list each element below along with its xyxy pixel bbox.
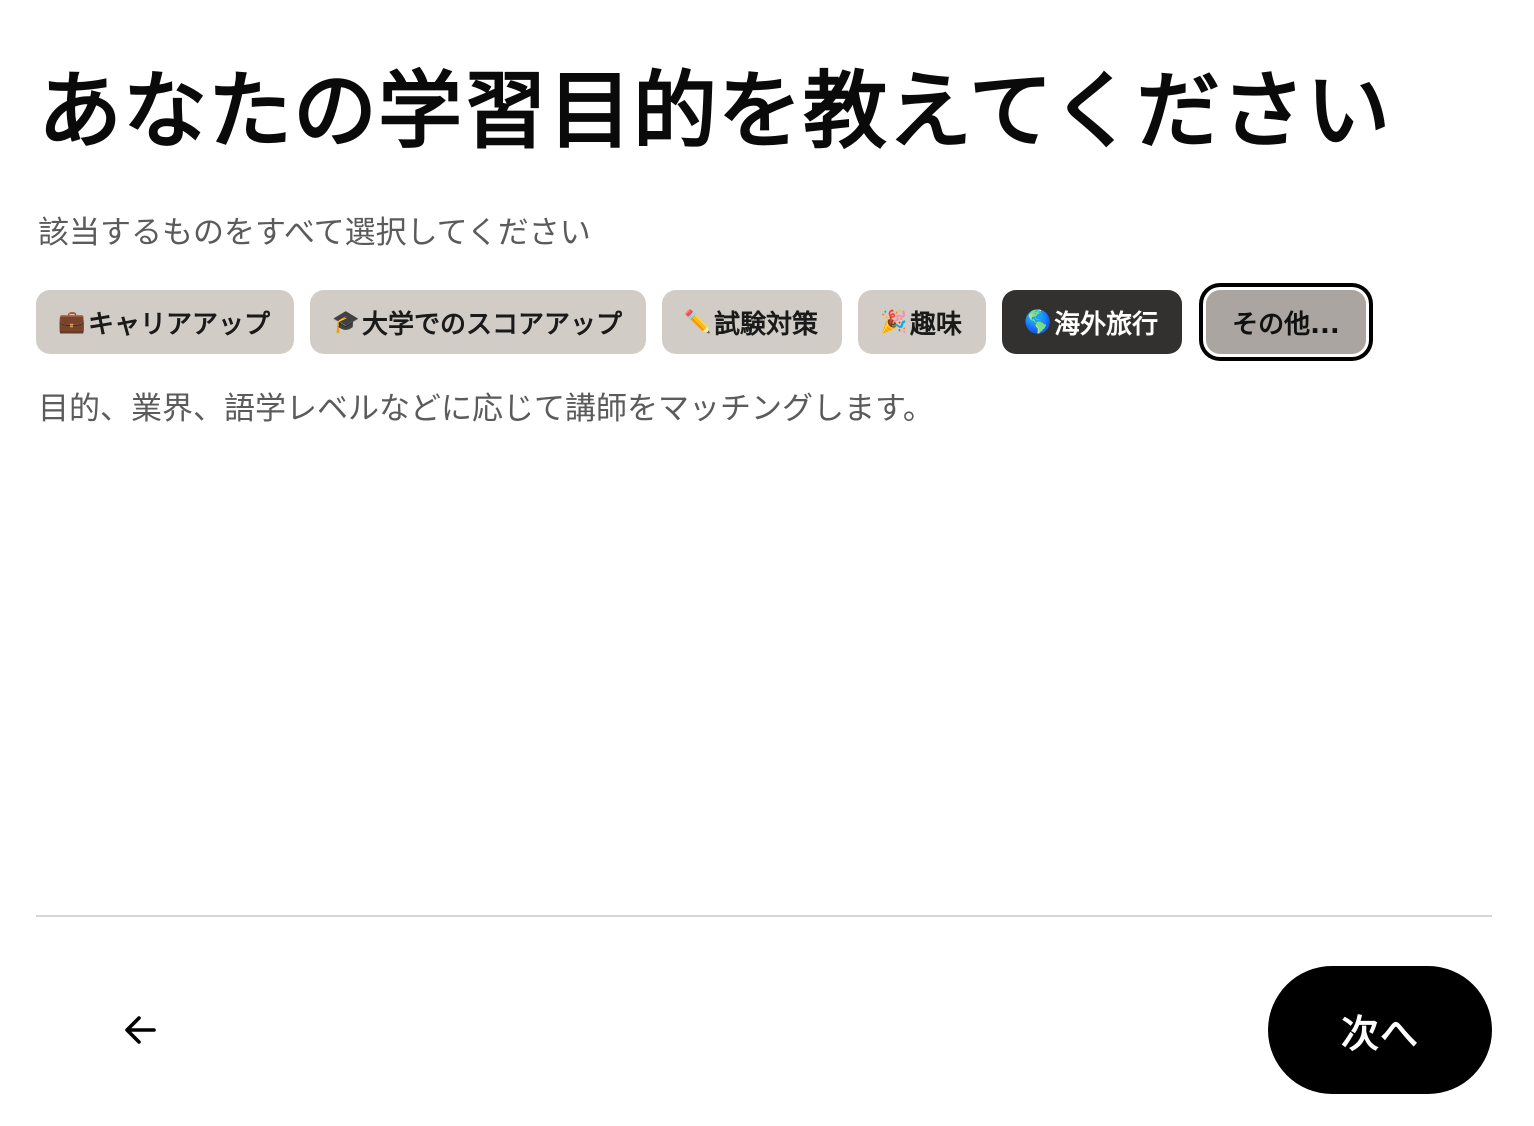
option-label: キャリアアップ bbox=[88, 309, 271, 340]
option-label: その他... bbox=[1232, 309, 1340, 340]
briefcase-icon: 💼 bbox=[58, 309, 86, 335]
option-overseas-travel[interactable]: 🌎 海外旅行 bbox=[1002, 290, 1183, 354]
option-label: 趣味 bbox=[910, 309, 963, 340]
arrow-left-icon bbox=[125, 1016, 156, 1044]
option-other[interactable]: その他... bbox=[1206, 290, 1366, 354]
footer-divider bbox=[36, 915, 1492, 917]
option-exam-prep[interactable]: ✏️ 試験対策 bbox=[662, 290, 843, 354]
option-label: 試験対策 bbox=[714, 309, 819, 340]
next-button[interactable]: 次へ bbox=[1268, 966, 1492, 1094]
globe-icon: 🌎 bbox=[1024, 309, 1052, 335]
graduation-cap-icon: 🎓 bbox=[332, 309, 360, 335]
helper-text: 目的、業界、語学レベルなどに応じて講師をマッチングします。 bbox=[38, 391, 934, 427]
option-career-up[interactable]: 💼 キャリアアップ bbox=[36, 290, 295, 354]
pencil-icon: ✏️ bbox=[684, 309, 712, 335]
option-label: 大学でのスコアアップ bbox=[362, 309, 623, 340]
back-button[interactable] bbox=[100, 990, 180, 1070]
party-popper-icon: 🎉 bbox=[880, 309, 908, 335]
option-hobby[interactable]: 🎉 趣味 bbox=[858, 290, 987, 354]
option-label: 海外旅行 bbox=[1054, 309, 1159, 340]
option-university-score[interactable]: 🎓 大学でのスコアアップ bbox=[310, 290, 647, 354]
purpose-options: 💼 キャリアアップ 🎓 大学でのスコアアップ ✏️ 試験対策 🎉 趣味 🌎 海外… bbox=[36, 290, 1366, 354]
page-title: あなたの学習目的を教えてください bbox=[38, 62, 1392, 160]
page-subtitle: 該当するものをすべて選択してください bbox=[38, 215, 591, 251]
